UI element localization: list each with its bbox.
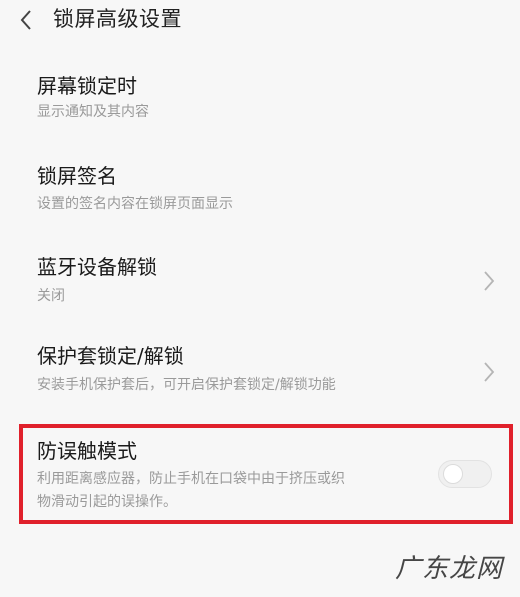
setting-item-subtitle: 安装手机保护套后，可开启保护套锁定/解锁功能 (37, 377, 336, 393)
setting-item-title: 锁屏签名 (37, 164, 117, 188)
setting-item-subtitle: 显示通知及其内容 (37, 104, 149, 120)
setting-item-subtitle: 设置的签名内容在锁屏页面显示 (37, 196, 233, 212)
anti-mistouch-toggle[interactable] (438, 460, 492, 488)
chevron-right-icon (484, 362, 495, 382)
setting-item-bluetooth-unlock[interactable]: 蓝牙设备解锁 关闭 (0, 253, 520, 313)
chevron-right-icon (484, 271, 495, 291)
setting-item-title: 屏幕锁定时 (37, 74, 137, 98)
setting-item-title: 蓝牙设备解锁 (37, 255, 157, 279)
watermark: 广东龙网 (395, 554, 504, 584)
setting-item-title: 防误触模式 (37, 439, 137, 463)
setting-item-subtitle: 物滑动引起的误操作。 (37, 494, 177, 510)
setting-item-cover-lock[interactable]: 保护套锁定/解锁 安装手机保护套后，可开启保护套锁定/解锁功能 (0, 342, 520, 402)
chevron-left-icon (20, 10, 31, 30)
setting-item-subtitle: 利用距离感应器，防止手机在口袋中由于挤压或织 (37, 471, 345, 487)
header: 锁屏高级设置 (0, 0, 520, 44)
setting-item-title: 保护套锁定/解锁 (37, 344, 184, 368)
page-title: 锁屏高级设置 (53, 7, 182, 31)
toggle-knob (443, 464, 463, 484)
setting-item-subtitle: 关闭 (37, 288, 65, 304)
settings-screen: 锁屏高级设置 屏幕锁定时 显示通知及其内容 锁屏签名 设置的签名内容在锁屏页面显… (0, 0, 520, 597)
back-button[interactable] (10, 4, 42, 36)
setting-item-lock-screen-display[interactable]: 屏幕锁定时 显示通知及其内容 (0, 72, 520, 132)
setting-item-lock-screen-signature[interactable]: 锁屏签名 设置的签名内容在锁屏页面显示 (0, 162, 520, 222)
